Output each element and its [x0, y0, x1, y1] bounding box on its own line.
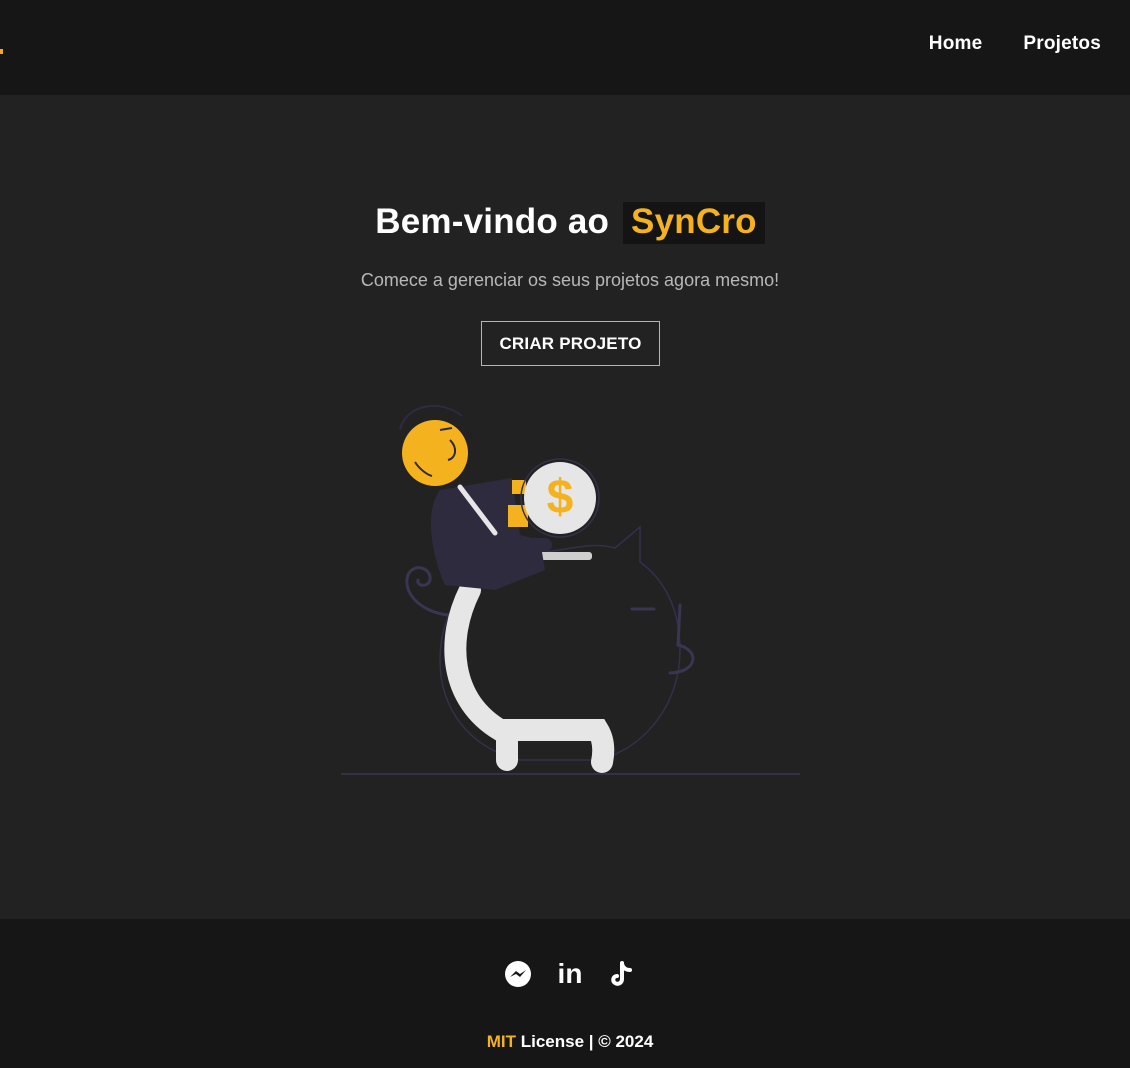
nav-links: Home Projetos: [929, 33, 1101, 55]
linkedin-link[interactable]: in: [554, 958, 586, 990]
social-links: in: [502, 958, 638, 990]
logo[interactable]: [0, 49, 3, 54]
license-accent: MIT: [486, 1032, 516, 1051]
nav-link-projetos[interactable]: Projetos: [1023, 33, 1101, 55]
tiktok-link[interactable]: [606, 958, 638, 990]
create-project-button[interactable]: CRIAR PROJETO: [481, 321, 660, 366]
brand-name: SynCro: [623, 202, 765, 244]
navbar: Home Projetos: [0, 0, 1130, 95]
hero-title-prefix: Bem-vindo ao: [375, 202, 610, 241]
license-text: MIT License | © 2024: [0, 1032, 1130, 1052]
linkedin-icon: in: [557, 958, 583, 989]
tiktok-icon: [611, 961, 632, 986]
dollar-icon: $: [547, 471, 574, 524]
piggy-bank-illustration: [341, 404, 800, 775]
license-rest: License | © 2024: [515, 1032, 654, 1051]
hero-subtitle: Comece a gerenciar os seus projetos agor…: [360, 270, 780, 290]
footer: in MIT License | © 2024: [0, 919, 1130, 1068]
hero-section: Bem-vindo ao SynCro Comece a gerenciar o…: [0, 95, 1130, 919]
messenger-link[interactable]: [502, 958, 534, 990]
hero-title: Bem-vindo ao SynCro: [0, 202, 1130, 244]
nav-link-home[interactable]: Home: [929, 33, 983, 55]
messenger-icon: [505, 961, 531, 987]
coin-symbol: $: [547, 471, 574, 524]
